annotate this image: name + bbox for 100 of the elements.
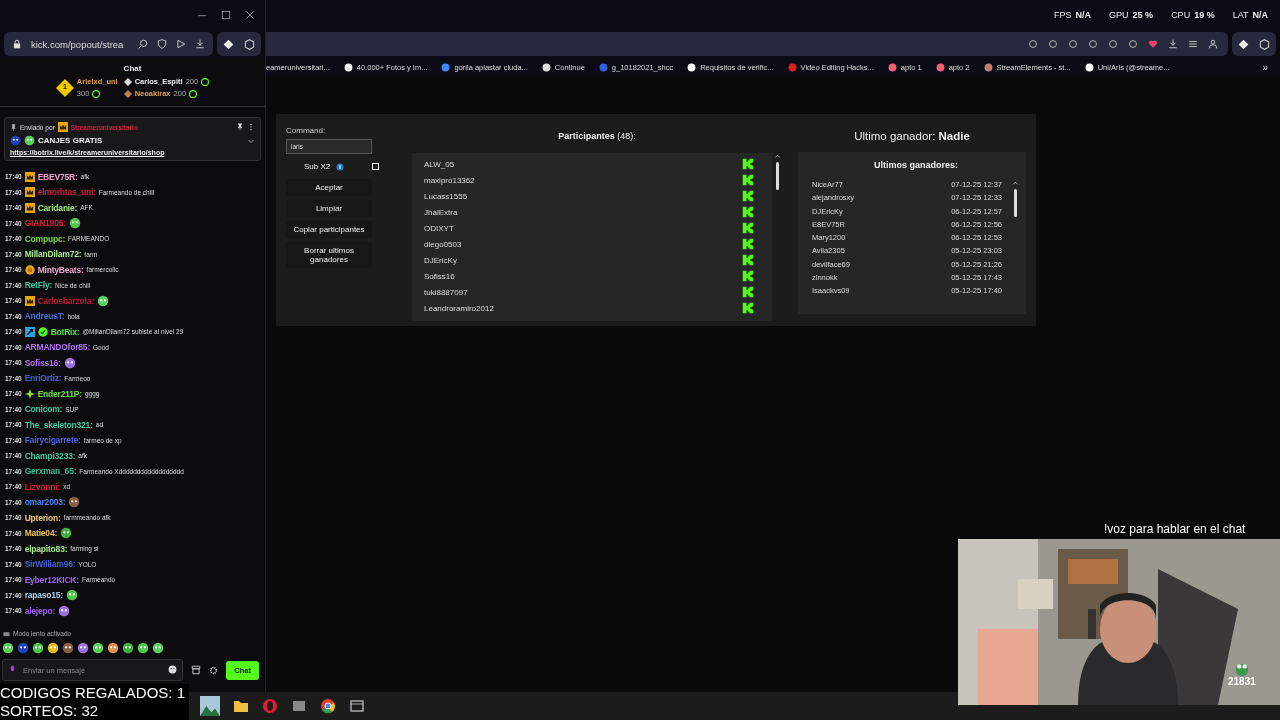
participant-name: JhalExtra (424, 207, 458, 217)
chat-username[interactable]: elmorhtas_uni: (37, 187, 96, 198)
chat-username[interactable]: AndreusT: (24, 311, 65, 322)
voice-hint: !voz para hablar en el chat (1104, 522, 1246, 536)
address-bar[interactable]: kick.com/popout/strea (4, 32, 213, 56)
site-icon (441, 62, 451, 72)
chat-username[interactable]: omar2003: (24, 497, 66, 508)
k-icon (742, 302, 754, 314)
cube-icon[interactable] (1259, 38, 1270, 50)
chat-username[interactable]: elpapito83: (24, 543, 68, 554)
chat-username[interactable]: BotRix: (50, 326, 80, 337)
chat-username[interactable]: rapaso15: (24, 590, 63, 601)
menu-icon[interactable] (1188, 39, 1198, 49)
scroll-up-icon (773, 153, 781, 160)
chat-username[interactable]: Eyber12KICK: (24, 574, 79, 585)
landscape-app-icon[interactable] (200, 696, 220, 716)
chat-username[interactable]: Champi3233: (24, 450, 76, 461)
pinned-title: CANJES GRATIS (38, 136, 103, 145)
k-icon (742, 174, 754, 186)
mic-icon (8, 665, 17, 674)
scroll-up-icon (1011, 180, 1019, 187)
emote-icon[interactable] (122, 642, 134, 654)
emote-icon[interactable] (77, 642, 89, 654)
emote-icon[interactable] (2, 642, 14, 654)
chat-username[interactable]: Sofiss16: (24, 357, 61, 368)
sub-x2-checkbox[interactable] (372, 163, 380, 170)
diamond-icon[interactable] (1238, 38, 1249, 50)
perf-stat: FPS N/A (1054, 10, 1092, 20)
action-button[interactable]: Limpiar (286, 200, 372, 217)
chat-username[interactable]: MintyBeats: (37, 264, 84, 275)
emote-icon[interactable] (47, 642, 59, 654)
emote-icon[interactable] (62, 642, 74, 654)
emote-icon[interactable] (17, 642, 29, 654)
chat-username[interactable]: MillanDilam72: (24, 249, 82, 260)
overlay-stat: SORTEOS: 32 (0, 702, 100, 720)
site-icon (787, 62, 797, 72)
chat-username[interactable]: Matie04: (24, 528, 58, 539)
chat-username[interactable]: SirWilliam96: (24, 559, 76, 570)
emoji-icon[interactable] (168, 665, 178, 674)
chat-username[interactable]: Gerxman_65: (24, 466, 77, 477)
participant-name: Lucass1555 (424, 191, 468, 201)
cube-icon[interactable] (244, 38, 255, 50)
emote-icon[interactable] (137, 642, 149, 654)
chat-username[interactable]: Lizvonni: (24, 481, 61, 492)
site-icon (935, 62, 945, 72)
pin-icon[interactable] (236, 123, 244, 131)
k-icon (742, 254, 754, 266)
participant-name: tuki8887097 (424, 287, 468, 297)
more-icon[interactable] (247, 123, 255, 131)
heart-icon[interactable] (1148, 39, 1158, 49)
chat-username[interactable]: Fairycigarrete: (24, 435, 81, 446)
download-icon[interactable] (195, 39, 205, 49)
k-icon (742, 286, 754, 298)
chat-username[interactable]: Caridanie: (37, 202, 78, 213)
chat-username[interactable]: EBEV75R: (37, 171, 78, 182)
download-icon[interactable] (1168, 39, 1178, 49)
chat-title: Chat (122, 63, 143, 75)
chat-username[interactable]: EnriOrtiz: (24, 373, 62, 384)
chat-username[interactable]: Ender211P: (37, 388, 82, 399)
action-button[interactable]: Borrar ultimos ganadores (286, 242, 372, 268)
browser-icon[interactable] (262, 698, 278, 714)
k-icon (742, 238, 754, 250)
chat-username[interactable]: Compupc: (24, 233, 66, 244)
action-button[interactable]: Aceptar (286, 179, 372, 196)
app-icon[interactable] (291, 698, 307, 714)
site-icon (687, 62, 697, 72)
store-icon[interactable] (191, 665, 202, 675)
perf-stat: LAT N/A (1232, 10, 1268, 20)
sub-x2-label: Sub X2 (304, 162, 331, 171)
chat-username[interactable]: GIAN1906: (24, 218, 66, 229)
settings-icon[interactable] (209, 665, 219, 675)
participant-name: ODIXYT (424, 223, 454, 233)
window-icon[interactable] (349, 698, 365, 714)
participant-name: ALW_05 (424, 159, 455, 169)
maximize-icon[interactable] (221, 10, 231, 20)
perf-stat: CPU 19 % (1171, 10, 1215, 20)
chat-username[interactable]: RetFly: (24, 280, 53, 291)
action-button[interactable]: Copiar participantes (286, 221, 372, 238)
chat-username[interactable]: Upterion: (24, 512, 61, 523)
k-icon (742, 158, 754, 170)
site-icon (541, 62, 551, 72)
emote-icon[interactable] (152, 642, 164, 654)
chrome-icon[interactable] (320, 698, 336, 714)
close-icon[interactable] (245, 10, 255, 20)
site-icon (1084, 62, 1094, 72)
more-bookmarks[interactable]: » (1262, 61, 1268, 73)
emote-icon[interactable] (92, 642, 104, 654)
diamond-icon[interactable] (223, 38, 234, 50)
participant-name: diego0503 (424, 239, 462, 249)
chat-username[interactable]: alejepo: (24, 605, 56, 616)
emote-icon[interactable] (107, 642, 119, 654)
participant-name: Sofiss16 (424, 271, 455, 281)
chat-username[interactable]: The_skeleton321: (24, 419, 93, 430)
site-icon (598, 62, 608, 72)
chat-username[interactable]: ARMANDOfor85: (24, 342, 91, 353)
chat-username[interactable]: Conicom: (24, 404, 63, 415)
profile-icon[interactable] (1208, 39, 1218, 49)
emote-icon[interactable] (32, 642, 44, 654)
folder-icon[interactable] (233, 698, 249, 714)
pin-icon (10, 123, 17, 131)
